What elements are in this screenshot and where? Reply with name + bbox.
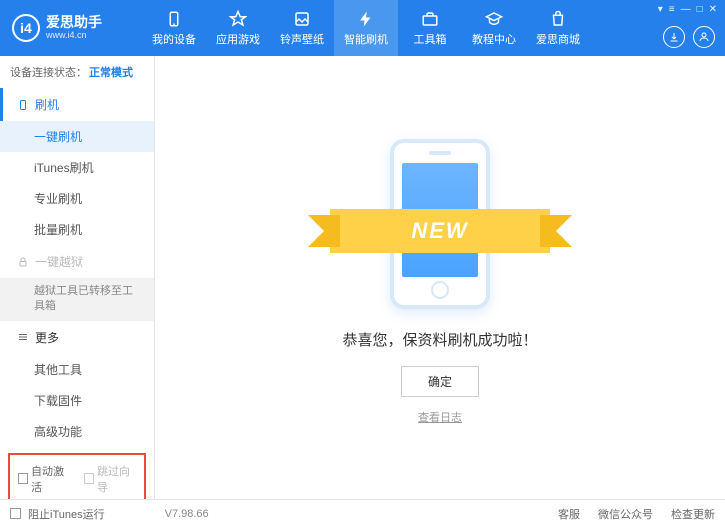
lock-icon	[17, 256, 29, 268]
user-icon[interactable]	[693, 26, 715, 48]
sidebar-item-pro-flash[interactable]: 专业刷机	[0, 183, 154, 214]
checkbox-skip-setup[interactable]: 跳过向导	[84, 463, 136, 495]
phone-icon	[17, 99, 29, 111]
window-controls: ▾ ≡ — □ ✕	[658, 4, 717, 15]
checkbox-icon	[18, 473, 28, 484]
checkbox-icon	[84, 473, 94, 484]
checkbox-auto-activate[interactable]: 自动激活	[18, 463, 70, 495]
top-nav: 我的设备 应用游戏 铃声壁纸 智能刷机 工具箱 教程中心 爱思商城	[142, 0, 590, 56]
sidebar-section-flash[interactable]: 刷机	[0, 88, 154, 121]
header-user-icons	[663, 26, 715, 48]
app-title: 爱思助手	[46, 15, 102, 30]
sidebar-item-download-fw[interactable]: 下载固件	[0, 385, 154, 416]
nav-ringtones[interactable]: 铃声壁纸	[270, 0, 334, 56]
status-mode: 正常模式	[89, 64, 133, 80]
tutorial-icon	[484, 10, 504, 28]
footer-link-support[interactable]: 客服	[558, 506, 580, 522]
minimize-icon[interactable]: —	[681, 4, 691, 15]
app-header: i4 爱思助手 www.i4.cn 我的设备 应用游戏 铃声壁纸 智能刷机 工具…	[0, 0, 725, 56]
logo-area: i4 爱思助手 www.i4.cn	[12, 14, 142, 42]
sidebar-item-batch-flash[interactable]: 批量刷机	[0, 214, 154, 245]
nav-apps-games[interactable]: 应用游戏	[206, 0, 270, 56]
device-icon	[164, 10, 184, 28]
settings-icon[interactable]: ≡	[669, 4, 675, 15]
sidebar-section-more[interactable]: 更多	[0, 321, 154, 354]
version-label: V7.98.66	[165, 508, 209, 520]
main-content: NEW 恭喜您，保资料刷机成功啦！ 确定 查看日志	[155, 56, 725, 499]
menu-icon[interactable]: ▾	[658, 4, 663, 15]
success-message: 恭喜您，保资料刷机成功啦！	[342, 329, 537, 350]
nav-store[interactable]: 爱思商城	[526, 0, 590, 56]
flash-icon	[356, 10, 376, 28]
nav-toolbox[interactable]: 工具箱	[398, 0, 462, 56]
ok-button[interactable]: 确定	[401, 366, 479, 397]
sidebar-item-itunes-flash[interactable]: iTunes刷机	[0, 152, 154, 183]
nav-smart-flash[interactable]: 智能刷机	[334, 0, 398, 56]
download-icon[interactable]	[663, 26, 685, 48]
nav-my-device[interactable]: 我的设备	[142, 0, 206, 56]
checkbox-icon	[10, 508, 21, 519]
apps-icon	[228, 10, 248, 28]
sidebar: 设备连接状态： 正常模式 刷机 一键刷机 iTunes刷机 专业刷机 批量刷机 …	[0, 56, 155, 499]
footer-link-update[interactable]: 检查更新	[671, 506, 715, 522]
toolbox-icon	[420, 10, 440, 28]
connection-status: 设备连接状态： 正常模式	[0, 56, 154, 88]
sidebar-section-jailbreak: 一键越狱	[0, 245, 154, 278]
checkbox-block-itunes[interactable]: 阻止iTunes运行	[10, 506, 105, 522]
wallpaper-icon	[292, 10, 312, 28]
store-icon	[548, 10, 568, 28]
logo-icon: i4	[12, 14, 40, 42]
new-ribbon: NEW	[330, 209, 550, 253]
maximize-icon[interactable]: □	[697, 4, 703, 15]
sidebar-item-advanced[interactable]: 高级功能	[0, 416, 154, 447]
sidebar-item-other-tools[interactable]: 其他工具	[0, 354, 154, 385]
close-icon[interactable]: ✕	[709, 4, 717, 15]
footer-bar: 阻止iTunes运行 V7.98.66 客服 微信公众号 检查更新	[0, 499, 725, 527]
sidebar-item-oneclick-flash[interactable]: 一键刷机	[0, 121, 154, 152]
success-illustration: NEW	[340, 131, 540, 311]
footer-link-wechat[interactable]: 微信公众号	[598, 506, 653, 522]
options-highlight-box: 自动激活 跳过向导	[8, 453, 146, 499]
view-log-link[interactable]: 查看日志	[418, 409, 462, 425]
jailbreak-note: 越狱工具已转移至工具箱	[0, 278, 154, 321]
nav-tutorials[interactable]: 教程中心	[462, 0, 526, 56]
more-icon	[17, 331, 29, 343]
app-url: www.i4.cn	[46, 31, 102, 41]
